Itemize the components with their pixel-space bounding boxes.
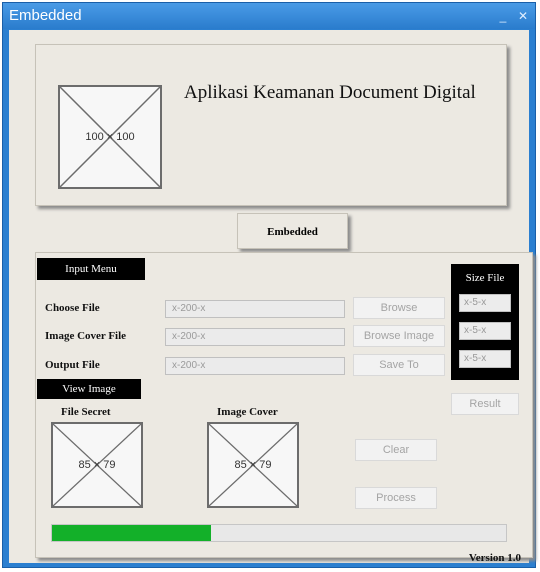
browse-image-button[interactable]: Browse Image [353, 325, 445, 347]
size-field-choose-file: x-5-x [459, 294, 511, 312]
input-menu-label: Input Menu [37, 258, 145, 280]
image-cover-preview: 85 × 79 [207, 422, 299, 508]
image-cover-file-input[interactable]: x-200-x [165, 328, 345, 346]
app-window: Embedded _ ✕ 100 × 100 Aplikasi Keamanan… [2, 2, 536, 568]
title-bar[interactable]: Embedded _ ✕ [3, 3, 535, 29]
clear-button[interactable]: Clear [355, 439, 437, 461]
output-file-label: Output File [45, 359, 100, 371]
view-image-label: View Image [37, 379, 141, 399]
file-secret-placeholder-label: 85 × 79 [78, 459, 116, 471]
logo-placeholder-label: 100 × 100 [85, 131, 135, 143]
window-title: Embedded [9, 7, 82, 24]
output-file-input[interactable]: x-200-x [165, 357, 345, 375]
logo-placeholder-image: 100 × 100 [58, 85, 162, 189]
close-icon[interactable]: ✕ [515, 9, 531, 23]
app-title: Aplikasi Keamanan Document Digital [184, 82, 476, 103]
client-area: 100 × 100 Aplikasi Keamanan Document Dig… [9, 30, 533, 564]
choose-file-label: Choose File [45, 302, 100, 314]
process-button[interactable]: Process [355, 487, 437, 509]
choose-file-input[interactable]: x-200-x [165, 300, 345, 318]
image-cover-placeholder-label: 85 × 79 [234, 459, 272, 471]
progress-bar [51, 524, 507, 542]
size-file-panel: Size File x-5-x x-5-x x-5-x [451, 264, 519, 380]
save-to-button[interactable]: Save To [353, 354, 445, 376]
size-field-image-cover: x-5-x [459, 322, 511, 340]
size-field-output-file: x-5-x [459, 350, 511, 368]
file-secret-preview: 85 × 79 [51, 422, 143, 508]
file-secret-caption: File Secret [61, 406, 111, 418]
browse-button[interactable]: Browse [353, 297, 445, 319]
image-cover-caption: Image Cover [217, 406, 278, 418]
progress-fill [52, 525, 211, 541]
embedded-tab-button[interactable]: Embedded [237, 213, 348, 249]
result-button[interactable]: Result [451, 393, 519, 415]
size-file-title: Size File [465, 272, 505, 284]
minimize-icon[interactable]: _ [495, 9, 511, 23]
version-label: Version 1.0 [468, 552, 521, 564]
image-cover-file-label: Image Cover File [45, 330, 127, 342]
header-panel: 100 × 100 Aplikasi Keamanan Document Dig… [35, 44, 507, 206]
